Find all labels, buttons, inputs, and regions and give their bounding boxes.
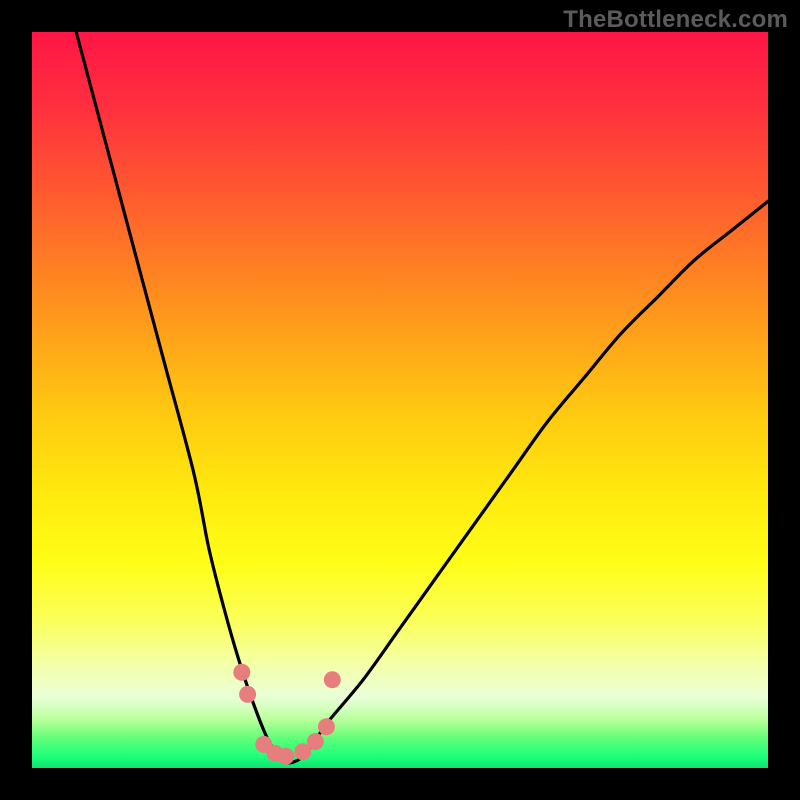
optimal-dot (233, 664, 250, 681)
bottleneck-chart (32, 32, 768, 768)
chart-background (32, 32, 768, 768)
optimal-dot (318, 718, 335, 735)
watermark-text: TheBottleneck.com (563, 6, 788, 34)
chart-frame (32, 32, 768, 768)
optimal-dot (324, 671, 341, 688)
optimal-dot (239, 686, 256, 703)
optimal-dot (277, 748, 294, 765)
optimal-dot (307, 733, 324, 750)
